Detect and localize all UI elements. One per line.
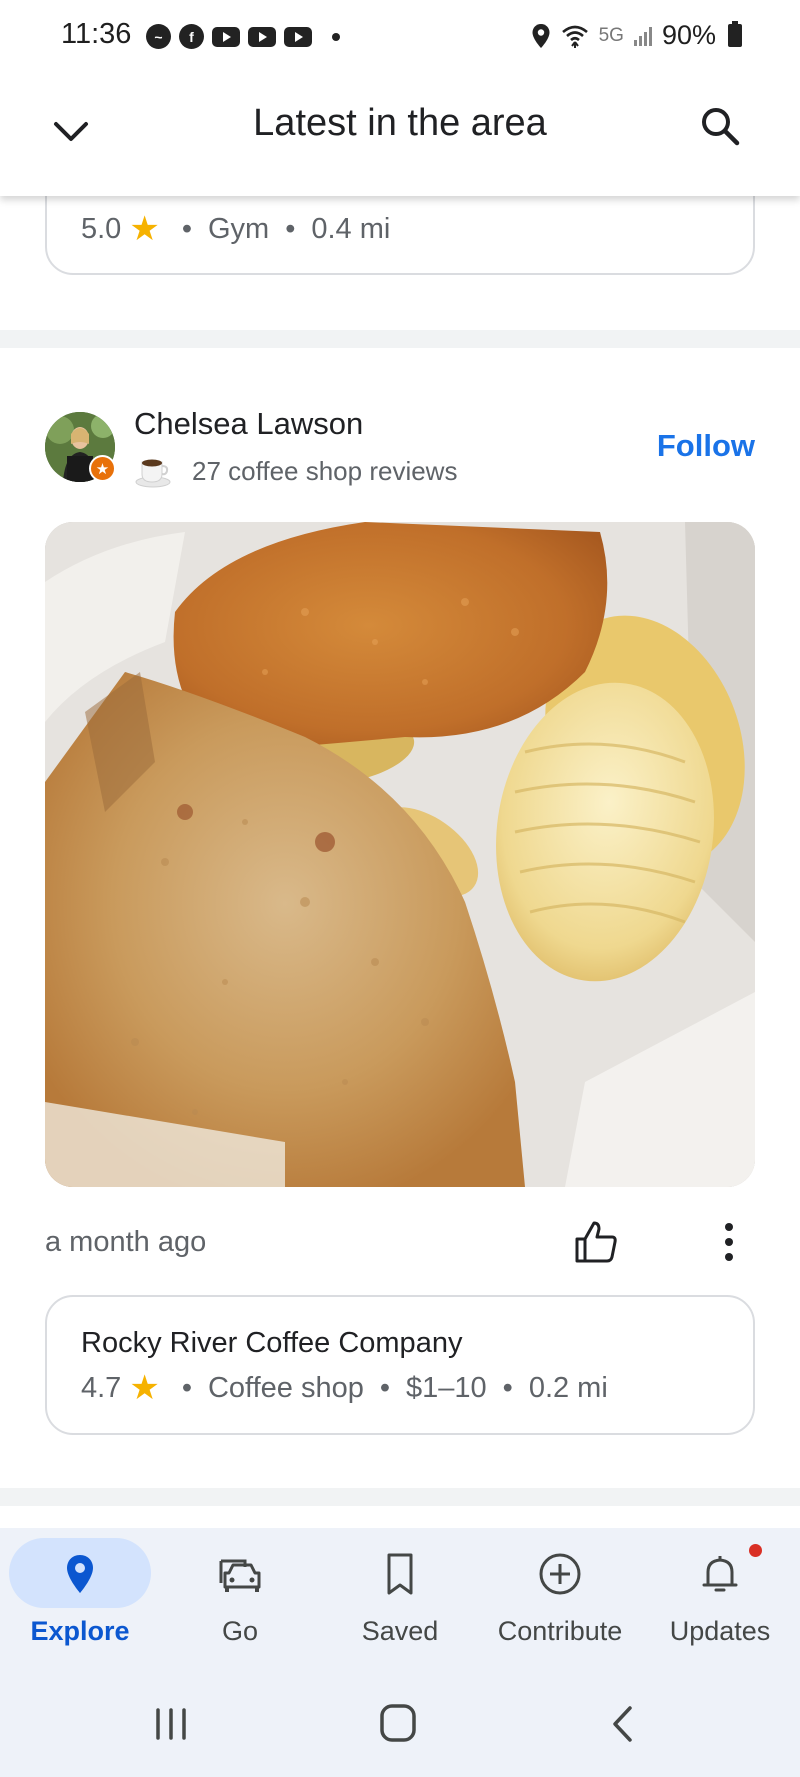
recent-apps-icon[interactable] — [146, 1702, 196, 1746]
thumbs-up-icon[interactable] — [573, 1219, 619, 1265]
section-divider — [0, 1488, 800, 1506]
star-icon: ★ — [129, 210, 160, 248]
location-icon — [532, 23, 550, 48]
youtube-icon — [284, 26, 312, 47]
place-name: Rocky River Coffee Company — [81, 1327, 463, 1359]
nav-contribute[interactable]: Contribute — [480, 1528, 640, 1670]
place-distance: 0.2 mi — [528, 1371, 608, 1404]
nav-go[interactable]: Go — [160, 1528, 320, 1670]
battery-level: 90% — [661, 20, 716, 50]
author-name[interactable]: Chelsea Lawson — [134, 406, 363, 442]
battery-icon — [728, 21, 742, 47]
notification-icons: ~ f — [146, 24, 340, 49]
wifi-icon — [561, 25, 588, 48]
place-meta: 4.7 ★ • Coffee shop • $1–10 • 0.2 mi — [81, 1371, 608, 1405]
messenger-icon: ~ — [146, 24, 171, 49]
back-icon[interactable] — [598, 1702, 648, 1746]
nav-label: Explore — [30, 1616, 130, 1646]
notification-dot — [749, 1544, 762, 1557]
nav-explore[interactable]: Explore — [0, 1528, 160, 1670]
review-photo[interactable] — [45, 522, 755, 1187]
search-icon[interactable] — [694, 100, 748, 154]
place-card[interactable]: Rocky River Coffee Company 4.7 ★ • Coffe… — [45, 1295, 755, 1435]
facebook-icon: f — [179, 24, 204, 49]
bell-icon — [702, 1556, 738, 1592]
place-category: Coffee shop — [207, 1371, 364, 1404]
bottom-navigation: Explore Go Saved Contribute Updates — [0, 1528, 800, 1670]
nav-label: Saved — [361, 1616, 439, 1646]
post-time: a month ago — [45, 1226, 207, 1258]
status-time: 11:36 — [61, 18, 132, 50]
add-circle-icon — [539, 1553, 581, 1595]
star-icon: ★ — [129, 1369, 160, 1407]
nav-saved[interactable]: Saved — [320, 1528, 480, 1670]
separator-dot: • — [502, 1371, 513, 1404]
author-subtitle: 27 coffee shop reviews — [134, 454, 457, 488]
coffee-cup-icon — [135, 459, 171, 488]
place-rating: 5.0 — [81, 212, 122, 245]
network-type: 5G — [598, 24, 624, 46]
system-navigation-bar — [0, 1670, 800, 1777]
top-app-bar: Latest in the area — [0, 72, 800, 196]
place-rating: 4.7 — [81, 1371, 122, 1404]
section-divider — [0, 330, 800, 348]
separator-dot: • — [181, 1371, 192, 1404]
place-distance: 0.4 mi — [311, 212, 391, 245]
nav-label: Contribute — [497, 1616, 623, 1646]
signal-icon — [633, 26, 652, 46]
review-count: 27 coffee shop reviews — [192, 455, 458, 486]
status-bar: 11:36 ~ f 5G 90% — [0, 0, 800, 72]
youtube-icon — [248, 26, 276, 47]
place-meta: 5.0 ★ • Gym • 0.4 mi — [81, 212, 390, 246]
location-pin-icon — [67, 1555, 93, 1593]
nav-label: Go — [221, 1616, 259, 1646]
separator-dot: • — [285, 212, 296, 245]
bookmark-icon — [387, 1553, 413, 1595]
system-icons: 5G 90% — [531, 20, 742, 51]
page-title: Latest in the area — [253, 102, 547, 144]
car-icon — [219, 1559, 261, 1592]
food-photo — [45, 522, 755, 1187]
follow-button[interactable]: Follow — [657, 428, 755, 464]
nav-label: Updates — [669, 1616, 771, 1646]
separator-dot: • — [181, 212, 192, 245]
place-category: Gym — [207, 212, 270, 245]
nav-updates[interactable]: Updates — [640, 1528, 800, 1670]
place-price: $1–10 — [406, 1371, 487, 1404]
separator-dot: • — [379, 1371, 390, 1404]
home-icon[interactable] — [373, 1702, 423, 1746]
dot-icon — [332, 32, 340, 41]
local-guide-badge-icon: ★ — [89, 455, 116, 482]
youtube-icon — [212, 26, 240, 47]
more-vert-icon[interactable] — [711, 1219, 747, 1265]
